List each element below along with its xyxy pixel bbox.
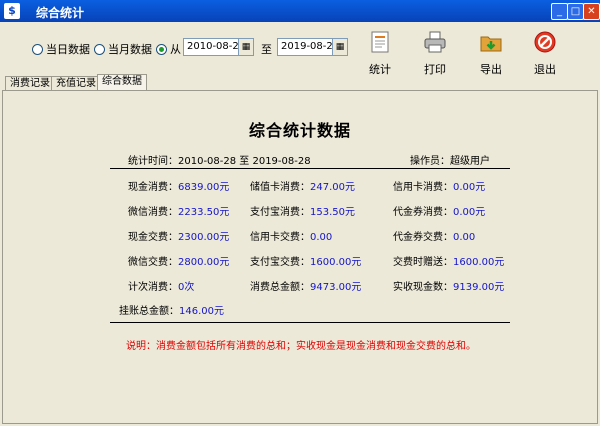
operator-label: 操作员： (410, 156, 450, 167)
report-note: 说明：消费金额包括所有消费的总和；实收现金是现金消费和现金交费的总和。 (126, 341, 476, 352)
stat-voucher-consumption: 代金券消费：0.00元 (393, 203, 485, 218)
radio-month-dot[interactable] (94, 43, 105, 55)
exit-button[interactable]: 退出 (525, 30, 565, 77)
radio-range-label: 从 (170, 43, 181, 56)
stat-label: 信用卡消费： (393, 182, 453, 193)
stat-label: 支付宝消费： (250, 207, 310, 218)
app-icon: $ (4, 3, 20, 19)
radio-range[interactable]: 从 (156, 41, 181, 57)
radio-today[interactable]: 当日数据 (32, 41, 90, 57)
stat-value: 0.00元 (453, 182, 486, 193)
exit-icon (534, 31, 556, 53)
toolbar: 当日数据 当月数据 从 2010-08-28 ▦ 至 2019-08-28 ▦ … (0, 22, 600, 77)
stat-value: 1600.00元 (310, 257, 362, 268)
radio-today-label: 当日数据 (46, 43, 90, 56)
stat-value: 1600.00元 (453, 257, 505, 268)
stat-total-consumption: 消费总金额：9473.00元 (250, 278, 361, 293)
operator-row: 操作员：超级用户 (410, 152, 490, 167)
radio-month-label: 当月数据 (108, 43, 152, 56)
tab-consumption[interactable]: 消费记录 (5, 76, 55, 91)
stat-label: 信用卡交费： (250, 232, 310, 243)
calendar-icon[interactable]: ▦ (332, 39, 347, 55)
stat-label: 微信交费： (128, 257, 178, 268)
period-value: 2010-08-28 至 2019-08-28 (178, 156, 311, 167)
stat-cash-payment: 现金交费：2300.00元 (128, 228, 229, 243)
stat-value: 2233.50元 (178, 207, 230, 218)
stat-value: 247.00元 (310, 182, 355, 193)
stat-credit-card-consumption: 信用卡消费：0.00元 (393, 178, 485, 193)
radio-today-dot[interactable] (32, 43, 43, 55)
title-bar: $ 综合统计 _ □ ✕ (0, 0, 600, 22)
stat-label: 消费总金额： (250, 282, 310, 293)
stat-label: 挂账总金额： (119, 306, 179, 317)
stat-label: 现金交费： (128, 232, 178, 243)
stat-value: 0.00 (310, 232, 333, 243)
report-title: 综合统计数据 (248, 121, 351, 140)
stat-label: 代金券消费： (393, 207, 453, 218)
stat-label: 实收现金数： (393, 282, 453, 293)
stat-wechat-payment: 微信交费：2800.00元 (128, 253, 229, 268)
tab-recharge[interactable]: 充值记录 (51, 76, 101, 91)
stat-label: 支付宝交费： (250, 257, 310, 268)
stat-value: 146.00元 (179, 306, 224, 317)
radio-month[interactable]: 当月数据 (94, 41, 152, 57)
stat-value: 0.00元 (453, 207, 486, 218)
stat-label: 交费时赠送： (393, 257, 453, 268)
stat-label: 现金消费： (128, 182, 178, 193)
to-date-value: 2019-08-28 (281, 41, 340, 52)
to-label: 至 (261, 43, 272, 56)
printer-icon (424, 31, 446, 53)
operator-value: 超级用户 (450, 156, 490, 167)
period-label: 统计时间： (128, 156, 178, 167)
stat-label: 微信消费： (128, 207, 178, 218)
stat-value: 9139.00元 (453, 282, 505, 293)
tab-strip: 消费记录 充值记录 综合数据 (0, 74, 600, 91)
close-button[interactable]: ✕ (583, 3, 600, 20)
stat-total-on-account: 挂账总金额：146.00元 (119, 302, 224, 317)
window-title: 综合统计 (36, 6, 85, 20)
stat-stored-card-consumption: 储值卡消费：247.00元 (250, 178, 355, 193)
export-button[interactable]: 导出 (471, 30, 511, 77)
stat-credit-card-payment: 信用卡交费：0.00 (250, 228, 332, 243)
stat-value: 2800.00元 (178, 257, 230, 268)
stat-alipay-payment: 支付宝交费：1600.00元 (250, 253, 361, 268)
stat-value: 2300.00元 (178, 232, 230, 243)
stat-wechat-consumption: 微信消费：2233.50元 (128, 203, 229, 218)
stat-label: 储值卡消费： (250, 182, 310, 193)
stat-voucher-payment: 代金券交费：0.00 (393, 228, 475, 243)
calendar-icon[interactable]: ▦ (238, 39, 253, 55)
export-icon (480, 36, 502, 52)
print-button[interactable]: 打印 (415, 30, 455, 77)
stat-label: 代金券交费： (393, 232, 453, 243)
period-row: 统计时间：2010-08-28 至 2019-08-28 (128, 152, 311, 167)
stat-value: 0次 (178, 282, 195, 293)
stat-value: 9473.00元 (310, 282, 362, 293)
radio-range-dot[interactable] (156, 43, 167, 55)
to-date-input[interactable]: 2019-08-28 ▦ (277, 38, 348, 56)
stat-cash-received: 实收现金数：9139.00元 (393, 278, 504, 293)
maximize-button[interactable]: □ (567, 3, 584, 20)
stat-alipay-consumption: 支付宝消费：153.50元 (250, 203, 355, 218)
stats-button[interactable]: 统计 (360, 30, 400, 77)
divider-top (110, 168, 510, 169)
divider-bottom (110, 322, 510, 323)
from-date-value: 2010-08-28 (187, 41, 246, 52)
stat-cash-consumption: 现金消费：6839.00元 (128, 178, 229, 193)
stat-payment-bonus: 交费时赠送：1600.00元 (393, 253, 504, 268)
stat-value: 6839.00元 (178, 182, 230, 193)
stat-label: 计次消费： (128, 282, 178, 293)
stat-value: 153.50元 (310, 207, 355, 218)
stat-count-consumption: 计次消费：0次 (128, 278, 194, 293)
tab-summary[interactable]: 综合数据 (97, 74, 147, 91)
document-icon (371, 31, 389, 53)
stat-value: 0.00 (453, 232, 476, 243)
from-date-input[interactable]: 2010-08-28 ▦ (183, 38, 254, 56)
minimize-button[interactable]: _ (551, 3, 568, 20)
